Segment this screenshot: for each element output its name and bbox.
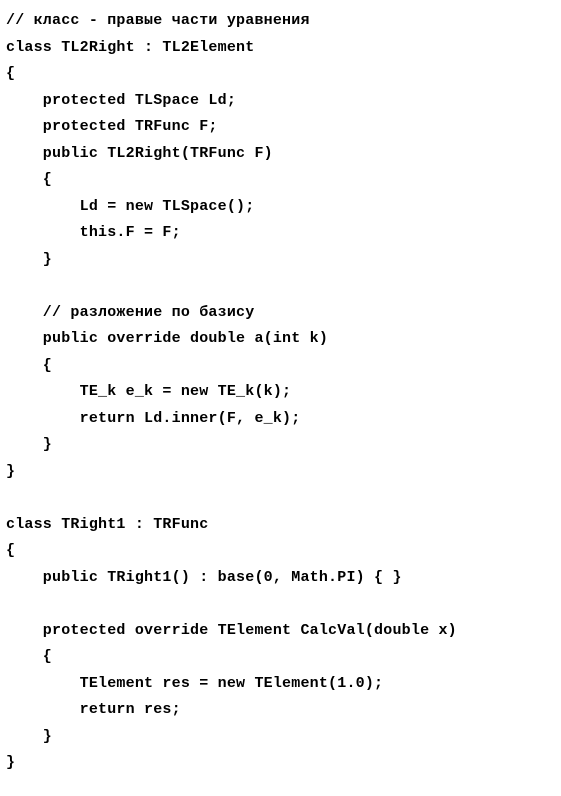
code-line: { — [6, 542, 15, 559]
code-line: } — [6, 463, 15, 480]
code-line: protected override TElement CalcVal(doub… — [6, 622, 457, 639]
code-line: class TRight1 : TRFunc — [6, 516, 208, 533]
code-line: } — [6, 754, 15, 771]
code-line: this.F = F; — [6, 224, 181, 241]
code-line: return Ld.inner(F, e_k); — [6, 410, 300, 427]
code-line: // разложение по базису — [6, 304, 254, 321]
code-line: { — [6, 171, 52, 188]
code-line: Ld = new TLSpace(); — [6, 198, 254, 215]
code-line: { — [6, 357, 52, 374]
code-line: public TL2Right(TRFunc F) — [6, 145, 273, 162]
code-line: public override double a(int k) — [6, 330, 328, 347]
code-line: } — [6, 436, 52, 453]
code-line: // класс - правые части уравнения — [6, 12, 310, 29]
code-line: public TRight1() : base(0, Math.PI) { } — [6, 569, 402, 586]
code-line: { — [6, 648, 52, 665]
code-line: TElement res = new TElement(1.0); — [6, 675, 383, 692]
code-line: protected TLSpace Ld; — [6, 92, 236, 109]
code-line: protected TRFunc F; — [6, 118, 218, 135]
code-line: return res; — [6, 701, 181, 718]
code-line: } — [6, 251, 52, 268]
code-line: { — [6, 65, 15, 82]
code-listing: // класс - правые части уравнения class … — [0, 0, 561, 777]
code-line: class TL2Right : TL2Element — [6, 39, 254, 56]
code-line: } — [6, 728, 52, 745]
code-line: TE_k e_k = new TE_k(k); — [6, 383, 291, 400]
